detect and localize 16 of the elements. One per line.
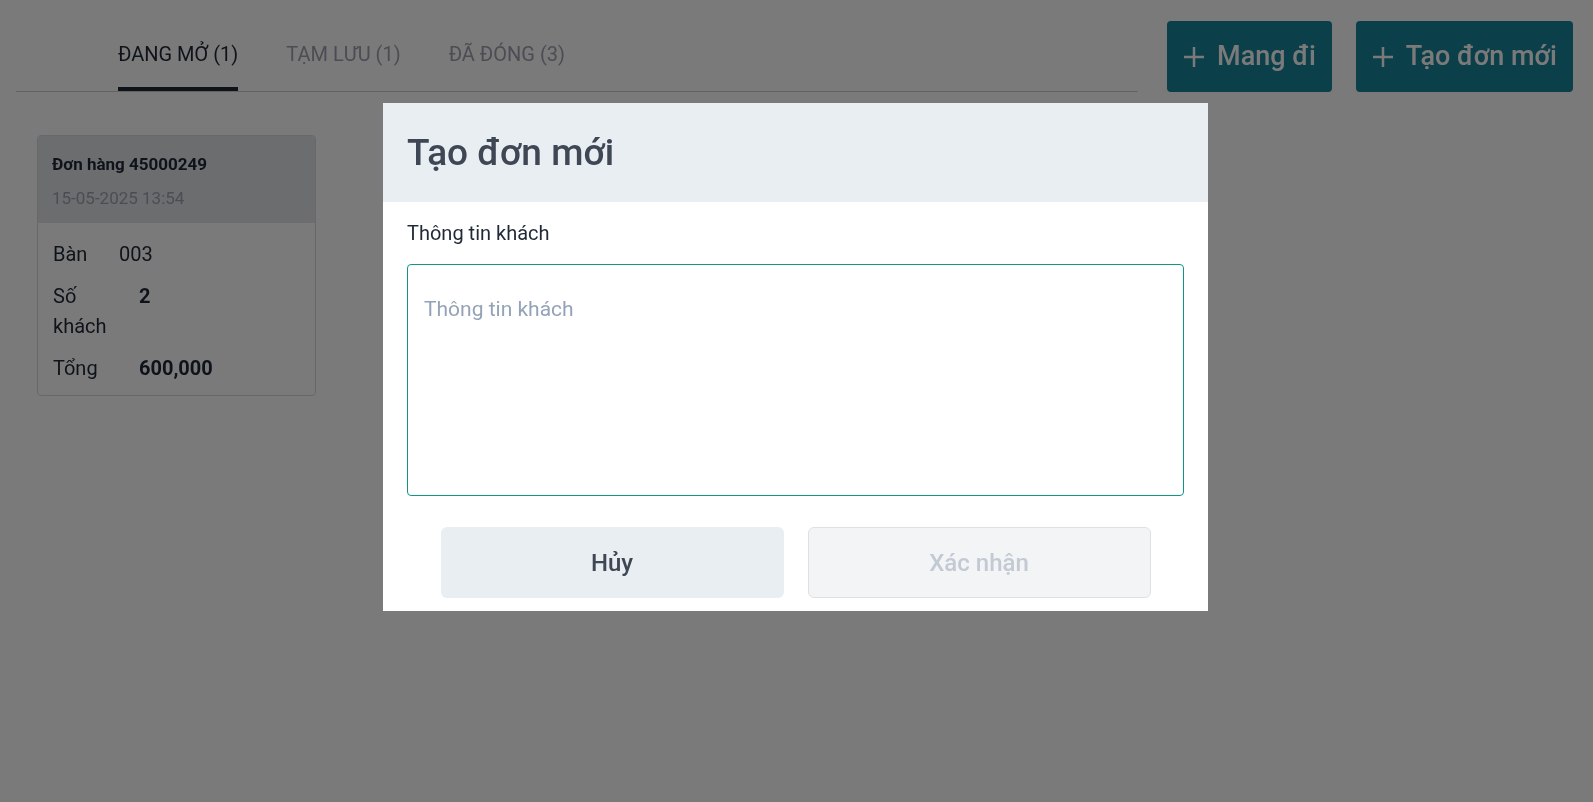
field-value: 600,000: [139, 355, 213, 382]
add-button[interactable]: Tạo đơn mới: [1355, 21, 1573, 92]
cancel-button[interactable]: Hủy: [440, 527, 784, 598]
field-value: 003: [119, 241, 153, 268]
tab[interactable]: ĐANG MỞ (1): [118, 20, 239, 91]
field-label: Bàn: [53, 241, 89, 268]
field-label: Tổng: [53, 355, 99, 382]
dialog-title: Tạo đơn mới: [407, 129, 615, 176]
plus-icon: [1371, 45, 1394, 68]
field-label: Thông tin khách: [407, 220, 551, 247]
plus-icon: [1183, 45, 1206, 68]
field-value: 2: [139, 283, 151, 310]
customer-info-field[interactable]: Thông tin khách: [407, 264, 1184, 496]
field-label: Số khách: [53, 283, 108, 340]
order-title: Đơn hàng 45000249: [52, 153, 209, 176]
add-button[interactable]: Mang đi: [1167, 21, 1332, 92]
